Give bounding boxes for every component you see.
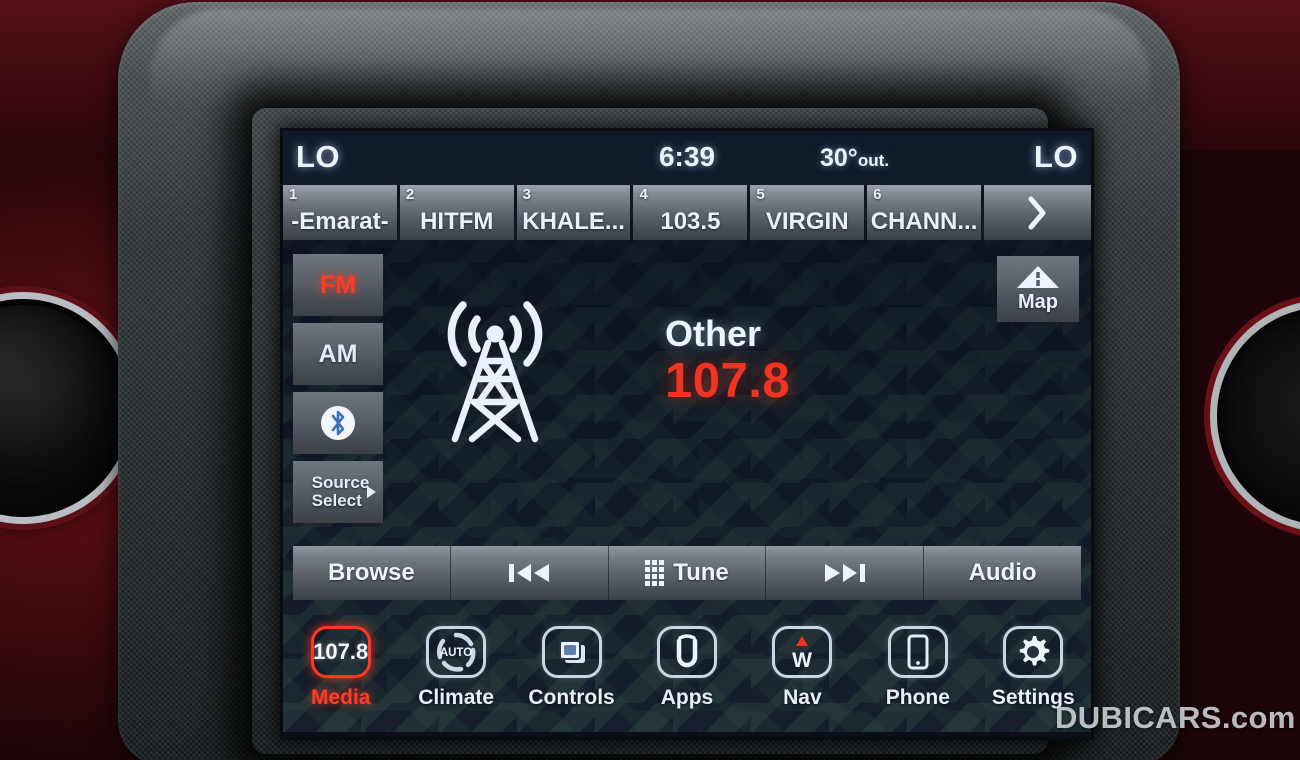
nav-item-climate[interactable]: AUTO Climate: [398, 612, 513, 737]
passenger-temperature-setting[interactable]: LO: [1034, 139, 1078, 175]
frequency-tile-icon: 107.8: [310, 626, 371, 678]
preset-number: 5: [756, 186, 765, 203]
smartphone-icon: [887, 626, 948, 678]
browse-button[interactable]: Browse: [293, 546, 451, 600]
preset-station: -Emarat-: [291, 208, 389, 235]
preset-number: 2: [405, 186, 415, 203]
radio-tower-reflection-icon: [451, 337, 539, 402]
am-band-button[interactable]: AM: [293, 323, 383, 385]
preset-button-1[interactable]: 1 -Emarat-: [283, 185, 397, 240]
nav-item-phone[interactable]: Phone: [860, 612, 975, 737]
source-select-line2: Select: [311, 491, 362, 510]
preset-number: 6: [873, 186, 882, 203]
map-button-label: Map: [1018, 291, 1058, 313]
previous-station-button[interactable]: [451, 546, 609, 600]
preset-number: 1: [289, 186, 298, 203]
bottom-navigation-bar: 107.8 Media AUTO Climate Controls Apps W…: [283, 612, 1091, 737]
radio-preset-bar: 1 -Emarat- 2 HITFM 3 KHALE... 4 103.5 5 …: [283, 185, 1091, 240]
nav-label-nav: Nav: [783, 686, 822, 709]
svg-text:W: W: [792, 649, 812, 672]
now-playing-panel: Other 107.8: [393, 281, 953, 561]
nav-label-apps: Apps: [660, 686, 714, 709]
clock: 6:39: [658, 141, 716, 172]
infotainment-screen[interactable]: LO 6:39 30°out. LO 1 -Emarat- 2 HITFM 3 …: [283, 131, 1091, 737]
keypad-grid-icon: [645, 560, 665, 586]
preset-station: 103.5: [660, 208, 721, 235]
triangle-right-icon: [367, 486, 376, 498]
nav-item-controls[interactable]: Controls: [514, 612, 629, 737]
preset-station: VIRGIN: [765, 208, 849, 235]
nav-label-climate: Climate: [418, 686, 495, 709]
source-select-line1: Source: [311, 473, 370, 493]
tune-button-label: Tune: [673, 559, 729, 586]
status-bar: LO 6:39 30°out. LO: [283, 131, 1091, 185]
tune-button[interactable]: Tune: [609, 546, 767, 600]
outside-temperature-suffix: out.: [857, 151, 889, 170]
nav-label-media: Media: [310, 686, 371, 709]
nav-item-apps[interactable]: Apps: [629, 612, 744, 737]
stacked-windows-icon: [541, 626, 602, 678]
preset-button-6[interactable]: 6 CHANN...: [867, 185, 981, 240]
preset-station: HITFM: [420, 208, 494, 235]
media-control-bar: Browse Tune Audio: [293, 546, 1081, 600]
audio-settings-button[interactable]: Audio: [924, 546, 1081, 600]
next-station-button[interactable]: [766, 546, 925, 600]
nav-label-settings: Settings: [991, 686, 1075, 709]
skip-next-icon: [824, 564, 865, 582]
auto-climate-icon: AUTO: [426, 626, 487, 678]
nav-item-settings[interactable]: Settings: [976, 612, 1091, 737]
now-playing-station-name: Other: [665, 313, 762, 354]
road-perspective-icon: [1017, 266, 1059, 288]
compass-heading-icon: W: [772, 626, 833, 678]
preset-button-2[interactable]: 2 HITFM: [399, 185, 514, 240]
gear-icon: [1003, 626, 1064, 678]
bluetooth-icon: [321, 406, 355, 440]
map-button[interactable]: Map: [997, 256, 1079, 322]
now-playing-frequency: 107.8: [665, 354, 791, 408]
outside-temperature: 30°out.: [820, 144, 889, 173]
svg-text:AUTO: AUTO: [440, 647, 472, 659]
nav-item-nav[interactable]: W Nav: [745, 612, 860, 737]
preset-button-5[interactable]: 5 VIRGIN: [750, 185, 865, 240]
nav-label-phone: Phone: [885, 686, 950, 709]
chevron-right-icon: [1028, 196, 1046, 229]
uconnect-u-icon: [656, 626, 717, 678]
bluetooth-source-button[interactable]: [293, 392, 383, 454]
nav-item-media[interactable]: 107.8 Media: [283, 612, 398, 737]
preset-button-4[interactable]: 4 103.5: [633, 185, 748, 240]
preset-number: 4: [639, 186, 648, 203]
photo-scene: LO 6:39 30°out. LO 1 -Emarat- 2 HITFM 3 …: [0, 0, 1300, 760]
preset-station: KHALE...: [522, 208, 625, 235]
skip-previous-icon: [509, 564, 550, 582]
preset-next-page-button[interactable]: [983, 185, 1091, 240]
media-tile-frequency: 107.8: [313, 639, 369, 664]
nav-label-controls: Controls: [528, 686, 615, 709]
preset-button-3[interactable]: 3 KHALE...: [516, 185, 631, 240]
fm-band-button[interactable]: FM: [293, 254, 383, 316]
preset-number: 3: [522, 186, 531, 203]
preset-station: CHANN...: [870, 208, 978, 235]
source-select-button[interactable]: Source Select: [293, 461, 383, 523]
navbar-bottom-edge: [283, 732, 1091, 737]
source-rail: FM AM Source Select: [293, 254, 383, 523]
driver-temperature-setting[interactable]: LO: [296, 139, 340, 175]
outside-temperature-value: 30°: [820, 144, 858, 172]
source-select-label: Source Select: [307, 474, 370, 510]
